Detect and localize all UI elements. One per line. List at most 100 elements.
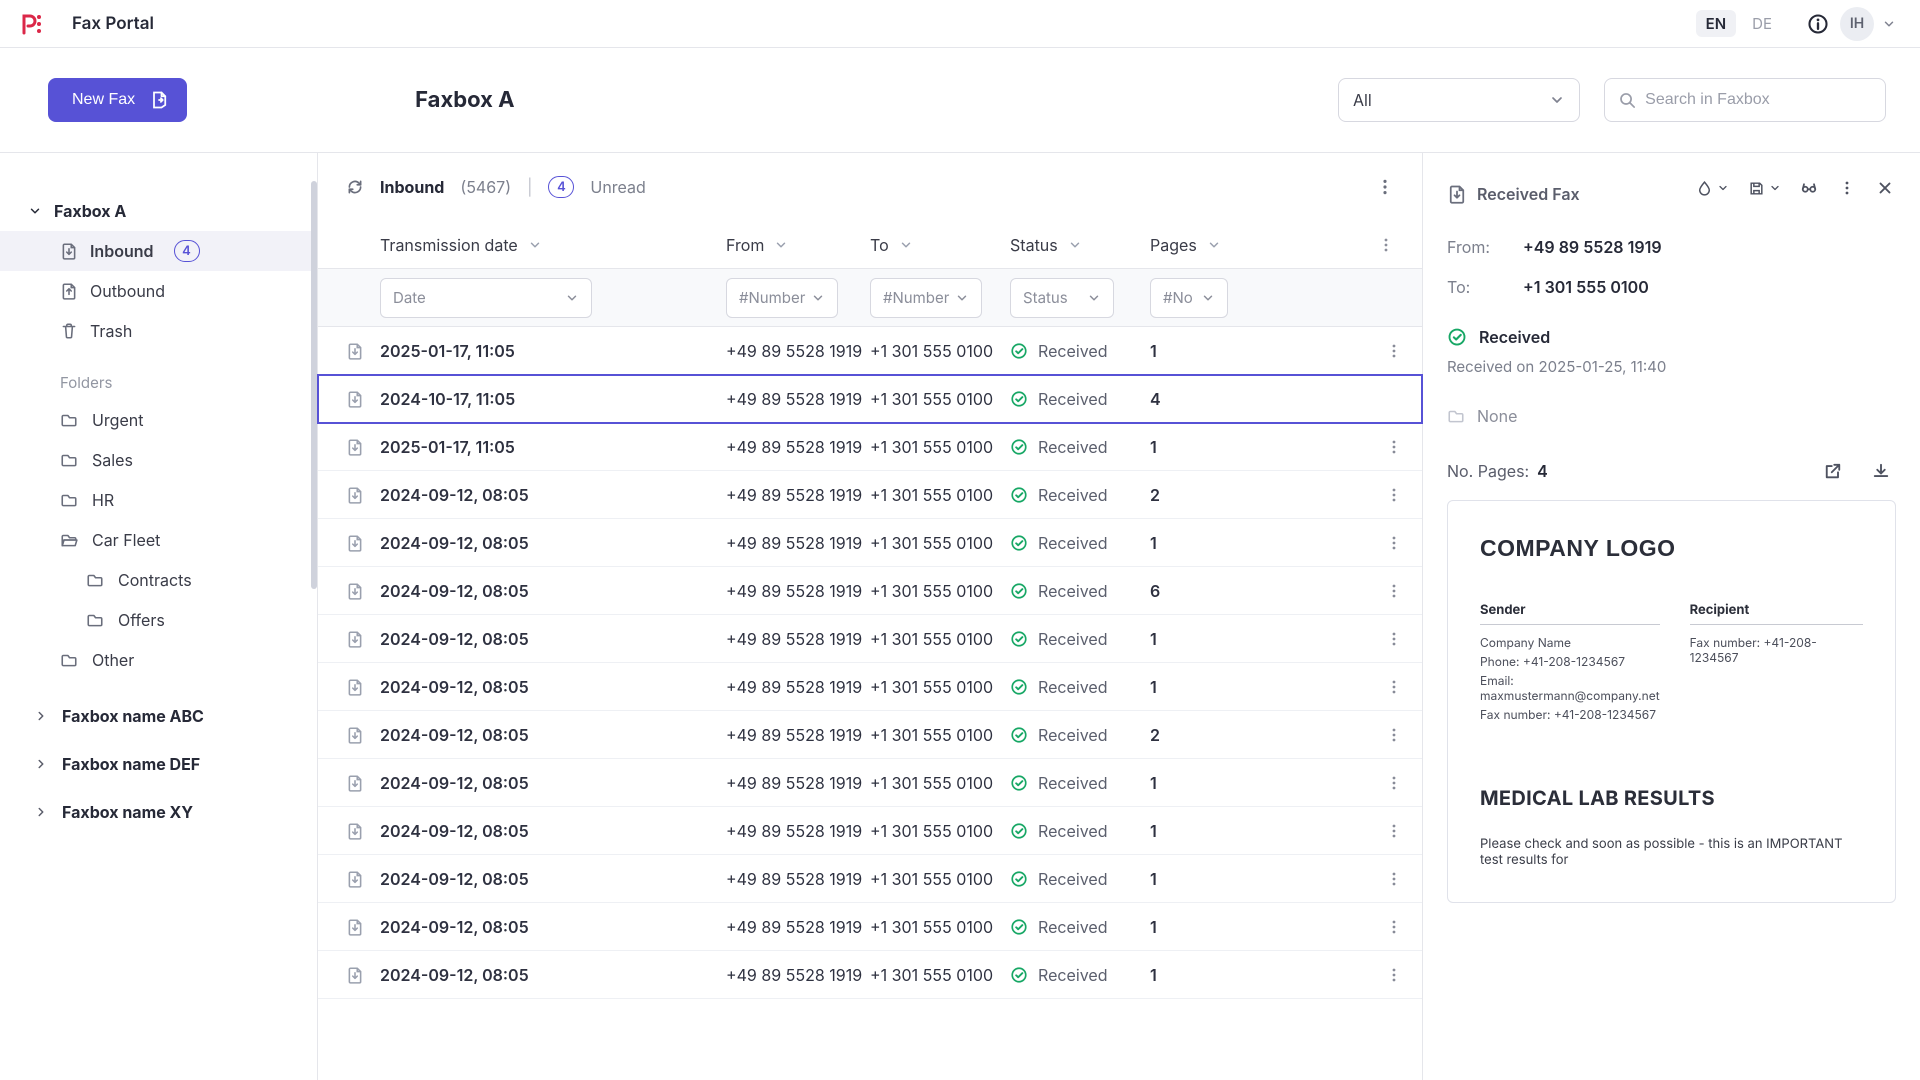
table-header: Transmission date From To Status Pages (318, 221, 1422, 269)
chevron-down-icon (1549, 92, 1565, 108)
row-menu[interactable] (1386, 871, 1406, 887)
row-menu[interactable] (1386, 535, 1406, 551)
table-row[interactable]: 2024-09-12, 08:05 +49 89 5528 1919 +1 30… (318, 951, 1422, 999)
faxbox-xy-toggle[interactable]: Faxbox name XY (0, 788, 317, 836)
folder-contracts[interactable]: Contracts (0, 560, 317, 600)
glasses-button[interactable] (1794, 173, 1824, 203)
scrollbar-thumb[interactable] (311, 181, 317, 589)
col-to[interactable]: To (870, 235, 1010, 255)
faxbox-label: Faxbox name DEF (62, 754, 200, 774)
lang-de[interactable]: DE (1748, 10, 1776, 37)
topbar: Fax Portal EN DE IH (0, 0, 1920, 48)
folder-hr[interactable]: HR (0, 480, 317, 520)
sidebar-item-outbound[interactable]: Outbound (0, 271, 317, 311)
more-button[interactable] (1832, 173, 1862, 203)
folder-sales[interactable]: Sales (0, 440, 317, 480)
cell-date: 2024-09-12, 08:05 (380, 485, 726, 505)
table-row[interactable]: 2024-09-12, 08:05 +49 89 5528 1919 +1 30… (318, 759, 1422, 807)
table-row[interactable]: 2025-01-17, 11:05 +49 89 5528 1919 +1 30… (318, 423, 1422, 471)
table-row[interactable]: 2024-09-12, 08:05 +49 89 5528 1919 +1 30… (318, 807, 1422, 855)
faxbox-a-label: Faxbox A (54, 201, 126, 221)
row-menu[interactable] (1386, 775, 1406, 791)
filter-to[interactable]: #Number (870, 278, 982, 318)
table-row[interactable]: 2024-09-12, 08:05 +49 89 5528 1919 +1 30… (318, 567, 1422, 615)
row-menu[interactable] (1386, 343, 1406, 359)
col-from[interactable]: From (726, 235, 870, 255)
cell-from: +49 89 5528 1919 (726, 725, 870, 745)
row-menu[interactable] (1386, 631, 1406, 647)
info-button[interactable] (1800, 6, 1836, 42)
cell-to: +1 301 555 0100 (870, 389, 1010, 409)
row-menu[interactable] (1386, 823, 1406, 839)
table-row[interactable]: 2024-09-12, 08:05 +49 89 5528 1919 +1 30… (318, 903, 1422, 951)
chevron-down-icon (774, 238, 788, 252)
row-menu[interactable] (1386, 583, 1406, 599)
dots-vertical-icon[interactable] (1378, 237, 1394, 253)
save-menu[interactable] (1742, 173, 1786, 203)
table-row[interactable]: 2024-09-12, 08:05 +49 89 5528 1919 +1 30… (318, 711, 1422, 759)
sidebar-item-inbound[interactable]: Inbound 4 (0, 231, 317, 271)
faxbox-a-toggle[interactable]: Faxbox A (0, 191, 317, 231)
new-fax-button[interactable]: New Fax (48, 78, 187, 122)
close-detail-button[interactable] (1870, 173, 1900, 203)
col-status[interactable]: Status (1010, 235, 1150, 255)
table-row[interactable]: 2024-09-12, 08:05 +49 89 5528 1919 +1 30… (318, 615, 1422, 663)
inbound-icon (60, 242, 78, 260)
table-row[interactable]: 2024-09-12, 08:05 +49 89 5528 1919 +1 30… (318, 471, 1422, 519)
faxbox-def-toggle[interactable]: Faxbox name DEF (0, 740, 317, 788)
dots-vertical-icon[interactable] (1376, 178, 1394, 196)
preview-recipient-col: Recipient Fax number: +41-208-1234567 (1690, 602, 1863, 726)
cell-date: 2024-09-12, 08:05 (380, 677, 726, 697)
col-date[interactable]: Transmission date (380, 235, 726, 255)
subheader: New Fax Faxbox A All (0, 48, 1920, 153)
scope-select[interactable]: All (1338, 78, 1580, 122)
folder-offers[interactable]: Offers (0, 600, 317, 640)
brand-logo (22, 13, 46, 35)
check-circle-icon (1010, 438, 1028, 456)
check-circle-icon (1010, 390, 1028, 408)
cell-to: +1 301 555 0100 (870, 533, 1010, 553)
table-row[interactable]: 2024-09-12, 08:05 +49 89 5528 1919 +1 30… (318, 519, 1422, 567)
cell-status: Received (1010, 437, 1150, 457)
col-pages[interactable]: Pages (1150, 235, 1250, 255)
download-button[interactable] (1866, 456, 1896, 486)
row-menu[interactable] (1386, 439, 1406, 455)
check-circle-icon (1010, 726, 1028, 744)
table-row[interactable]: 2024-10-17, 11:05 +49 89 5528 1919 +1 30… (318, 375, 1422, 423)
cell-status: Received (1010, 581, 1150, 601)
cell-to: +1 301 555 0100 (870, 437, 1010, 457)
filter-date[interactable]: Date (380, 278, 592, 318)
save-icon (1748, 180, 1765, 197)
open-external-button[interactable] (1818, 456, 1848, 486)
preview-body: Please check and soon as possible - this… (1480, 836, 1863, 868)
row-menu[interactable] (1386, 487, 1406, 503)
file-in-icon (346, 630, 370, 648)
row-menu[interactable] (1386, 967, 1406, 983)
row-menu[interactable] (1386, 919, 1406, 935)
folder-label: Contracts (118, 570, 192, 590)
row-menu[interactable] (1386, 679, 1406, 695)
faxbox-abc-toggle[interactable]: Faxbox name ABC (0, 692, 317, 740)
lang-en[interactable]: EN (1696, 10, 1736, 37)
search-input[interactable] (1645, 91, 1871, 109)
table-row[interactable]: 2024-09-12, 08:05 +49 89 5528 1919 +1 30… (318, 663, 1422, 711)
filter-pages[interactable]: #No (1150, 278, 1228, 318)
user-menu[interactable]: IH (1836, 6, 1904, 42)
refresh-icon[interactable] (346, 178, 364, 196)
row-menu[interactable] (1386, 727, 1406, 743)
filter-status[interactable]: Status (1010, 278, 1114, 318)
color-menu[interactable] (1690, 173, 1734, 203)
folder-urgent[interactable]: Urgent (0, 400, 317, 440)
filter-from[interactable]: #Number (726, 278, 838, 318)
folder-other[interactable]: Other (0, 640, 317, 680)
table-row[interactable]: 2024-09-12, 08:05 +49 89 5528 1919 +1 30… (318, 855, 1422, 903)
chevron-down-icon (955, 291, 969, 305)
detail-folder[interactable]: None (1447, 406, 1896, 426)
folder-car-fleet[interactable]: Car Fleet (0, 520, 317, 560)
dots-vertical-icon (1386, 343, 1402, 359)
search-box[interactable] (1604, 78, 1886, 122)
sidebar-item-trash[interactable]: Trash (0, 311, 317, 351)
chevron-right-icon (34, 757, 48, 771)
table-row[interactable]: 2025-01-17, 11:05 +49 89 5528 1919 +1 30… (318, 327, 1422, 375)
cell-to: +1 301 555 0100 (870, 725, 1010, 745)
